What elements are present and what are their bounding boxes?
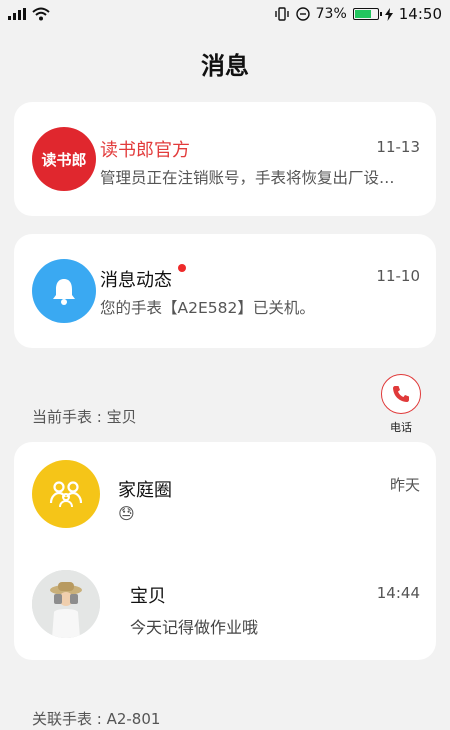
page-title: 消息 bbox=[201, 52, 249, 80]
chat-item-baby[interactable]: 宝贝 14:44 今天记得做作业哦 bbox=[14, 560, 436, 660]
charging-icon bbox=[384, 7, 393, 21]
signal-icon bbox=[8, 8, 26, 20]
updates-avatar bbox=[32, 259, 96, 323]
official-logo-avatar: 读书郎 bbox=[32, 127, 96, 191]
chat-time: 昨天 bbox=[389, 476, 420, 494]
battery-percent: 73% bbox=[315, 6, 347, 22]
conversation-time: 11-10 bbox=[376, 267, 420, 285]
dnd-icon bbox=[295, 7, 310, 21]
chat-item-family[interactable]: 家庭圈 昨天 😓 bbox=[14, 442, 436, 550]
chat-name: 家庭圈 bbox=[118, 480, 172, 501]
battery-level bbox=[354, 10, 371, 18]
child-photo-icon bbox=[32, 570, 100, 638]
clock: 14:50 bbox=[398, 5, 442, 23]
family-icon bbox=[49, 481, 83, 508]
conversation-card-updates[interactable]: 消息动态 11-10 您的手表【A2E582】已关机。 bbox=[14, 234, 436, 348]
child-photo-avatar bbox=[32, 570, 100, 638]
current-watch-label: 当前手表 : 宝贝 bbox=[32, 408, 137, 426]
bell-icon bbox=[53, 279, 75, 305]
status-bar: 73% 14:50 bbox=[0, 0, 450, 28]
battery-icon bbox=[352, 8, 382, 20]
wifi-icon bbox=[32, 7, 50, 21]
conversation-name: 读书郎官方 bbox=[100, 140, 190, 161]
family-avatar bbox=[32, 460, 100, 528]
chat-list-card: 家庭圈 昨天 😓 宝贝 14:44 今天记得做作业哦 bbox=[14, 442, 436, 660]
linked-watch-label: 关联手表 : A2-801 bbox=[32, 710, 161, 728]
call-button[interactable] bbox=[381, 374, 421, 414]
chat-preview: 今天记得做作业哦 bbox=[130, 618, 259, 637]
chat-time: 14:44 bbox=[376, 584, 420, 602]
conversation-preview: 管理员正在注销账号，手表将恢复出厂设… bbox=[100, 169, 395, 187]
phone-icon bbox=[393, 386, 409, 402]
unread-dot bbox=[178, 264, 186, 272]
call-button-label: 电话 bbox=[390, 421, 412, 434]
conversation-time: 11-13 bbox=[376, 138, 420, 156]
conversation-card-official[interactable]: 读书郎 读书郎官方 11-13 管理员正在注销账号，手表将恢复出厂设… bbox=[14, 102, 436, 216]
conversation-name: 消息动态 bbox=[100, 270, 172, 291]
chat-preview-emoji: 😓 bbox=[118, 504, 135, 523]
chat-name: 宝贝 bbox=[130, 586, 166, 607]
vibrate-icon bbox=[274, 7, 289, 21]
official-logo-text: 读书郎 bbox=[41, 150, 87, 169]
conversation-preview: 您的手表【A2E582】已关机。 bbox=[100, 299, 315, 317]
